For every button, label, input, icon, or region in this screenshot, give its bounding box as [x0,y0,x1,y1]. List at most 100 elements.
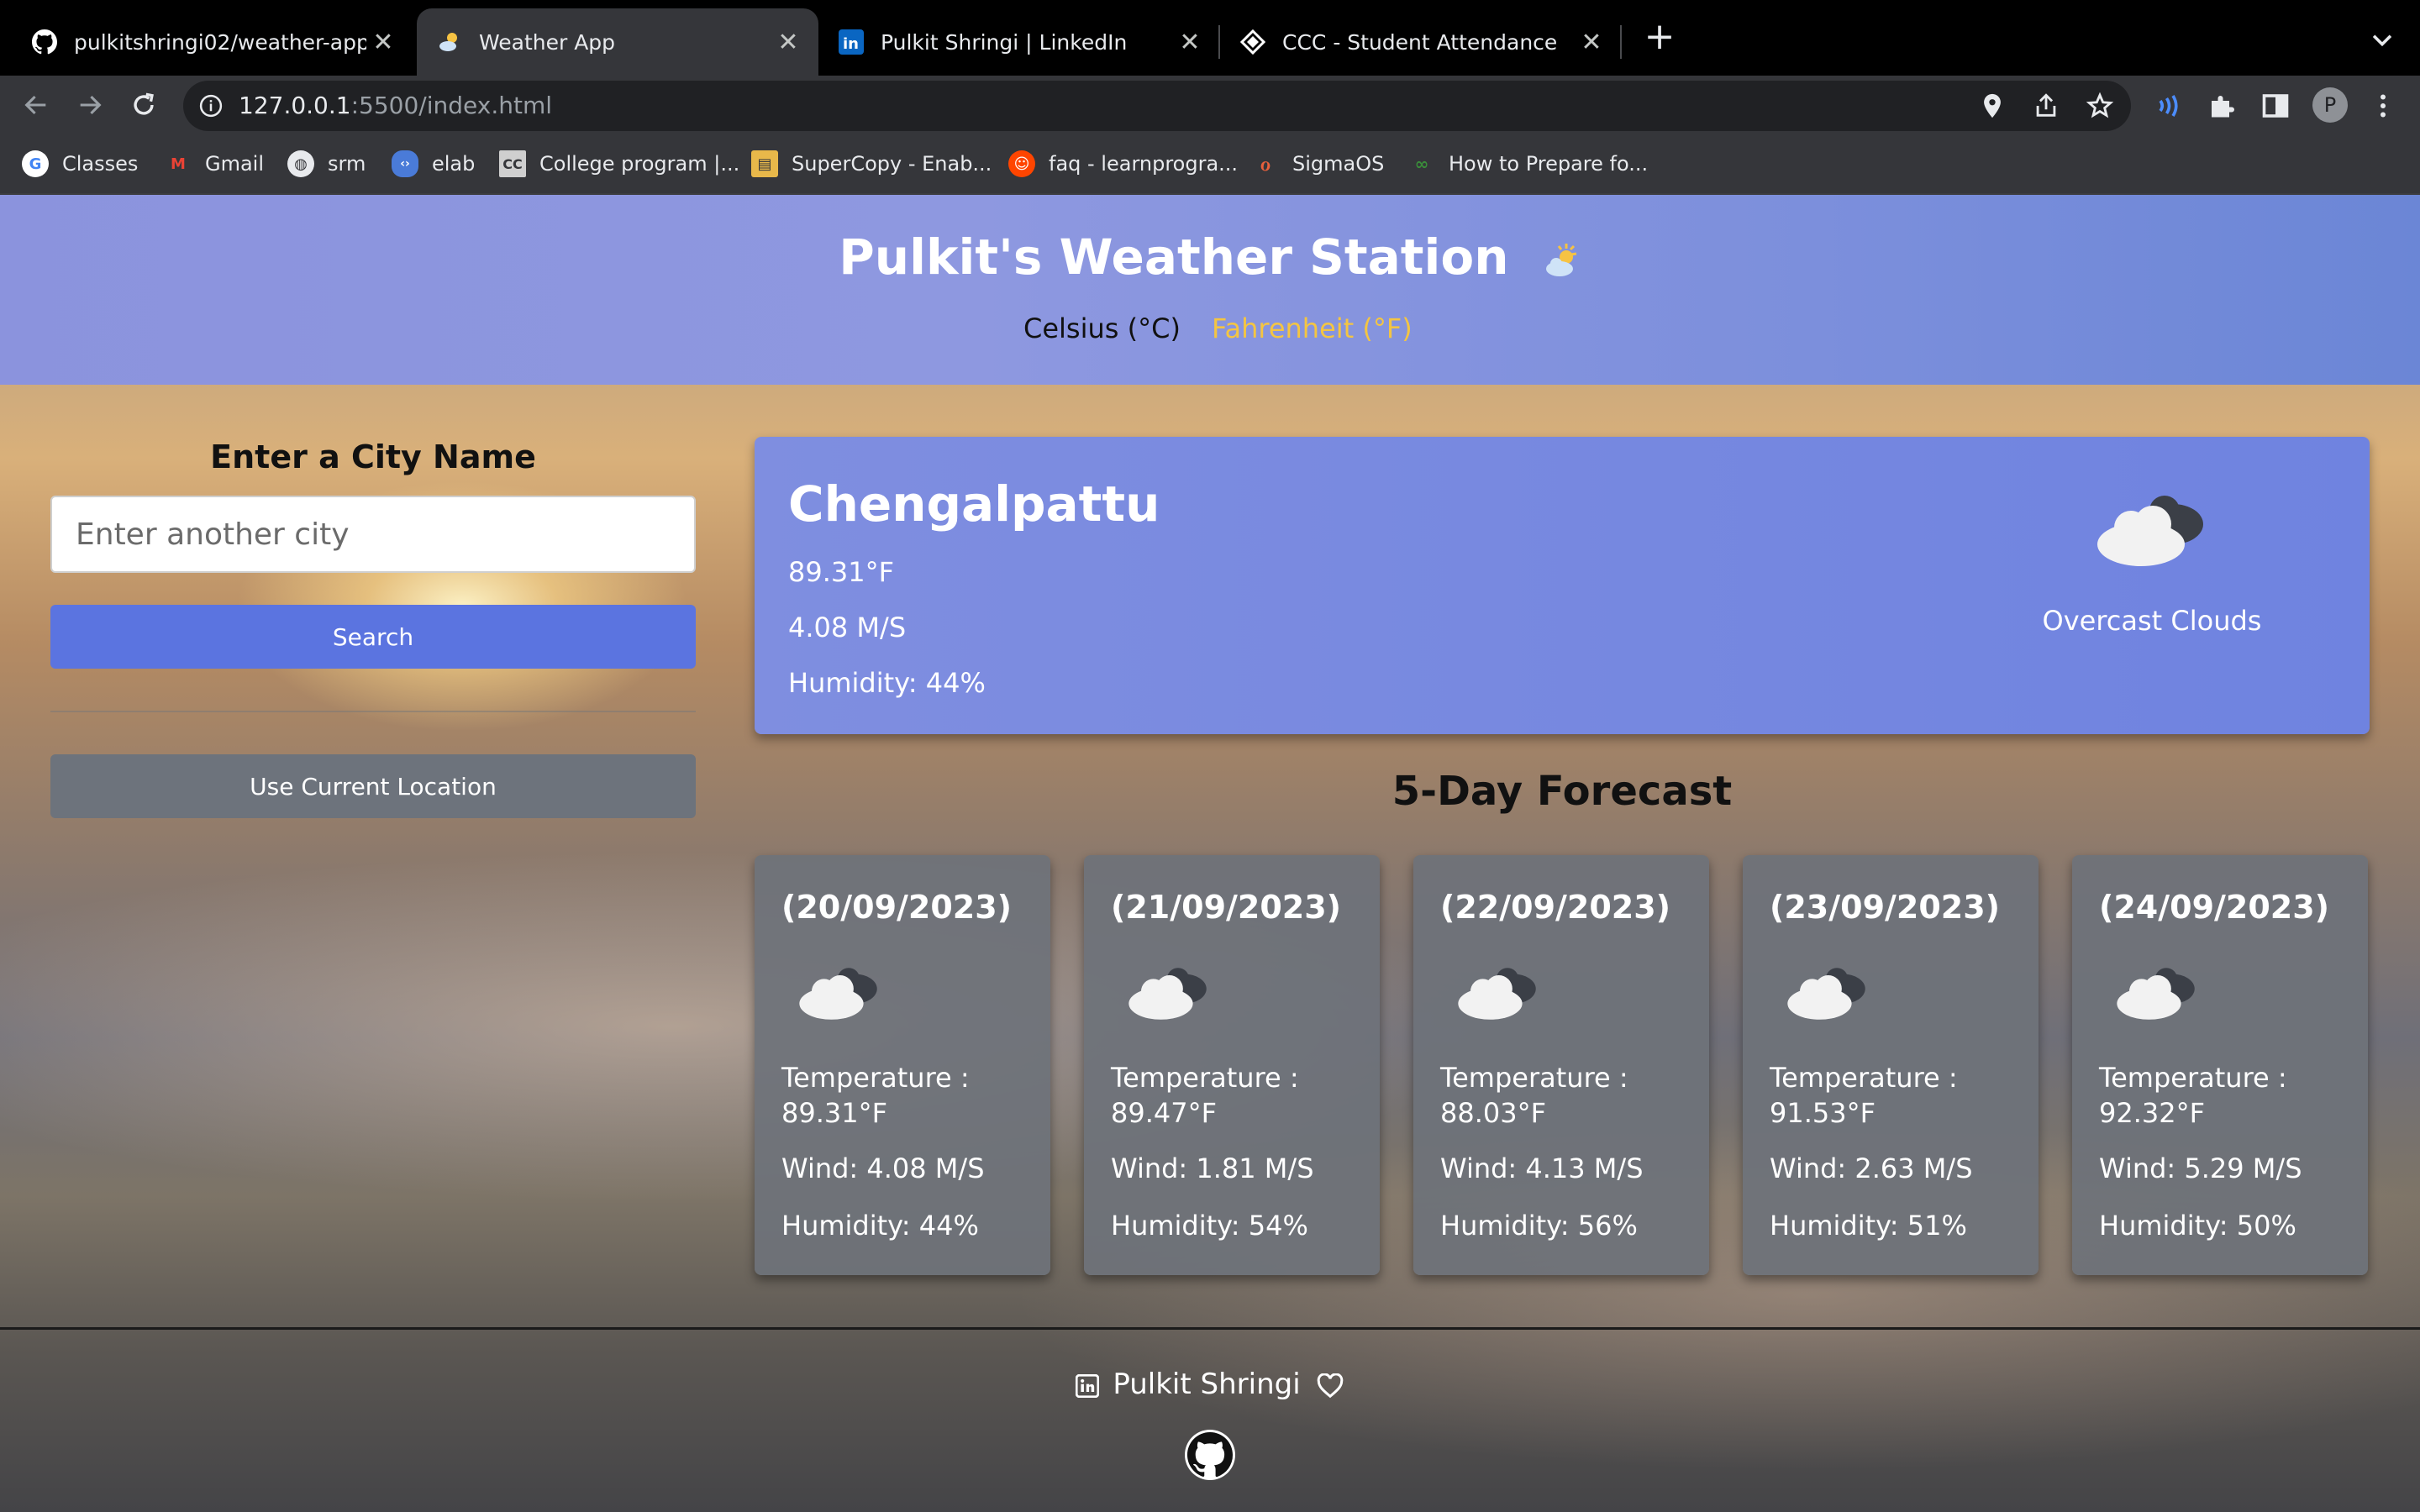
forecast-card: (24/09/2023) Temperature : 92.32°F Wind:… [2072,855,2368,1275]
current-wind: 4.08 M/S [788,612,907,643]
sigmaos-icon: ℴ [1260,151,1271,176]
footer-author-name: Pulkit Shringi [1113,1368,1301,1401]
new-tab-button[interactable]: + [1640,18,1679,57]
forecast-wind: Wind: 5.29 M/S [2099,1152,2302,1184]
bookmark-faq-learnprogramming[interactable]: ☺ faq - learnprogra... [1008,150,1238,178]
bookmark-how-to-prepare[interactable]: ∞ How to Prepare fo... [1408,150,1648,178]
cloud-icon: ‹› [392,150,418,177]
search-heading: Enter a City Name [210,438,536,475]
unit-celsius-toggle[interactable]: Celsius (°C) [1023,312,1181,344]
tab-github[interactable]: pulkitshringi02/weather-app: P ✕ [12,8,413,76]
heart-icon [1317,1373,1343,1398]
bookmark-label: elab [432,152,476,176]
footer-author[interactable]: Pulkit Shringi [0,1368,2420,1401]
forecast-card: (20/09/2023) Temperature : 89.31°F Wind:… [755,855,1050,1275]
forecast-humidity: Humidity: 56% [1440,1210,1638,1242]
close-tab-icon[interactable]: ✕ [366,25,400,59]
overcast-clouds-icon [1458,968,1536,1020]
city-search-input[interactable] [50,496,696,573]
forecast-date: (24/09/2023) [2099,889,2330,926]
bookmark-sigmaos[interactable]: ℴ SigmaOS [1252,150,1384,178]
more-menu-icon[interactable] [2368,91,2398,121]
arrow-right-icon [80,95,102,115]
overcast-clouds-icon [799,968,877,1020]
share-icon[interactable] [2032,92,2060,120]
extensions-puzzle-icon[interactable] [2207,91,2237,121]
side-panel-icon[interactable] [2260,91,2291,121]
forecast-wind: Wind: 4.08 M/S [781,1152,985,1184]
forecast-humidity: Humidity: 44% [781,1210,979,1242]
cc-icon: CC [499,150,526,177]
bookmark-srm[interactable]: ◍ srm [287,150,366,178]
page-title-text: Pulkit's Weather Station [839,228,1509,286]
current-weather-card: Chengalpattu 89.31°F 4.08 M/S Humidity: … [755,437,2370,734]
bookmark-label: Gmail [205,152,265,176]
extension-waves-icon[interactable] [2153,91,2183,121]
svg-text:in: in [843,35,859,53]
globe-icon: ◍ [287,150,314,177]
bookmark-elab[interactable]: ‹› elab [392,150,475,178]
bookmark-label: SuperCopy - Enab... [792,152,992,176]
overcast-clouds-icon [2097,496,2203,566]
github-icon [32,29,57,55]
bookmark-college-program[interactable]: CC College program |... [499,150,739,178]
bookmark-gmail[interactable]: M Gmail [165,150,264,178]
gmail-icon: M [171,155,186,173]
site-info-icon[interactable] [198,93,224,118]
forecast-date: (22/09/2023) [1440,889,1671,926]
url-text[interactable]: 127.0.0.1:5500/index.html [239,92,552,119]
profile-avatar[interactable]: P [2312,87,2348,123]
arrow-left-icon [24,95,46,115]
forecast-wind: Wind: 4.13 M/S [1440,1152,1644,1184]
linkedin-icon[interactable] [1076,1373,1100,1398]
forecast-wind: Wind: 1.81 M/S [1111,1152,1314,1184]
tab-title: pulkitshringi02/weather-app: P [74,29,366,55]
tab-search-chevron-icon[interactable] [2368,25,2396,54]
tab-weather-app[interactable]: Weather App ✕ [417,8,818,76]
forecast-temp-label: Temperature : [781,1062,970,1094]
forecast-temp: 88.03°F [1440,1097,1547,1129]
divider [50,711,696,712]
use-current-location-button[interactable]: Use Current Location [50,754,696,818]
tab-ccc[interactable]: CCC - Student Attendance ✕ [1220,8,1622,76]
back-button[interactable] [17,86,55,124]
search-button[interactable]: Search [50,605,696,669]
bookmark-star-icon[interactable] [2086,92,2114,120]
overcast-clouds-icon [2117,968,2195,1020]
overcast-clouds-icon [1787,968,1865,1020]
forecast-temp-label: Temperature : [2099,1062,2287,1094]
address-bar[interactable]: 127.0.0.1:5500/index.html [183,81,2131,131]
close-tab-icon[interactable]: ✕ [1575,25,1608,59]
bookmark-supercopy[interactable]: ▤ SuperCopy - Enab... [751,150,992,178]
bookmark-label: srm [328,152,366,176]
url-host: 127.0.0.1 [239,92,351,119]
browser-tab-strip: pulkitshringi02/weather-app: P ✕ Weather… [0,0,2420,76]
footer-divider [0,1327,2420,1330]
close-tab-icon[interactable]: ✕ [1173,25,1207,59]
reload-button[interactable] [124,86,163,124]
bookmarks-bar: G Classes M Gmail ◍ srm ‹› elab CC Colle… [0,134,2420,195]
forecast-temp: 89.31°F [781,1097,888,1129]
github-icon[interactable] [1185,1430,1235,1480]
linkedin-icon: in [839,29,864,55]
bookmark-label: faq - learnprogra... [1049,152,1239,176]
forecast-card: (21/09/2023) Temperature : 89.47°F Wind:… [1084,855,1380,1275]
location-pin-icon[interactable] [1978,92,2007,120]
sun-behind-cloud-icon [1545,243,1576,276]
google-classroom-icon: G [22,150,49,177]
tab-separator [1620,25,1622,59]
app-header: Pulkit's Weather Station Celsius (°C) Fa… [0,195,2420,385]
forecast-temp: 89.47°F [1111,1097,1218,1129]
glasses-icon: ∞ [1414,154,1429,174]
current-weather-description: Overcast Clouds [2042,605,2262,637]
forecast-card: (22/09/2023) Temperature : 88.03°F Wind:… [1413,855,1709,1275]
bookmark-classes[interactable]: G Classes [22,150,138,178]
bookmark-label: SigmaOS [1292,152,1385,176]
url-path: :5500/index.html [350,92,553,119]
forward-button[interactable] [71,86,109,124]
forecast-temp: 91.53°F [1770,1097,1876,1129]
close-tab-icon[interactable]: ✕ [771,25,805,59]
tab-linkedin[interactable]: in Pulkit Shringi | LinkedIn ✕ [818,8,1220,76]
tab-title: Pulkit Shringi | LinkedIn [881,29,1128,55]
unit-fahrenheit-toggle[interactable]: Fahrenheit (°F) [1212,312,1413,344]
